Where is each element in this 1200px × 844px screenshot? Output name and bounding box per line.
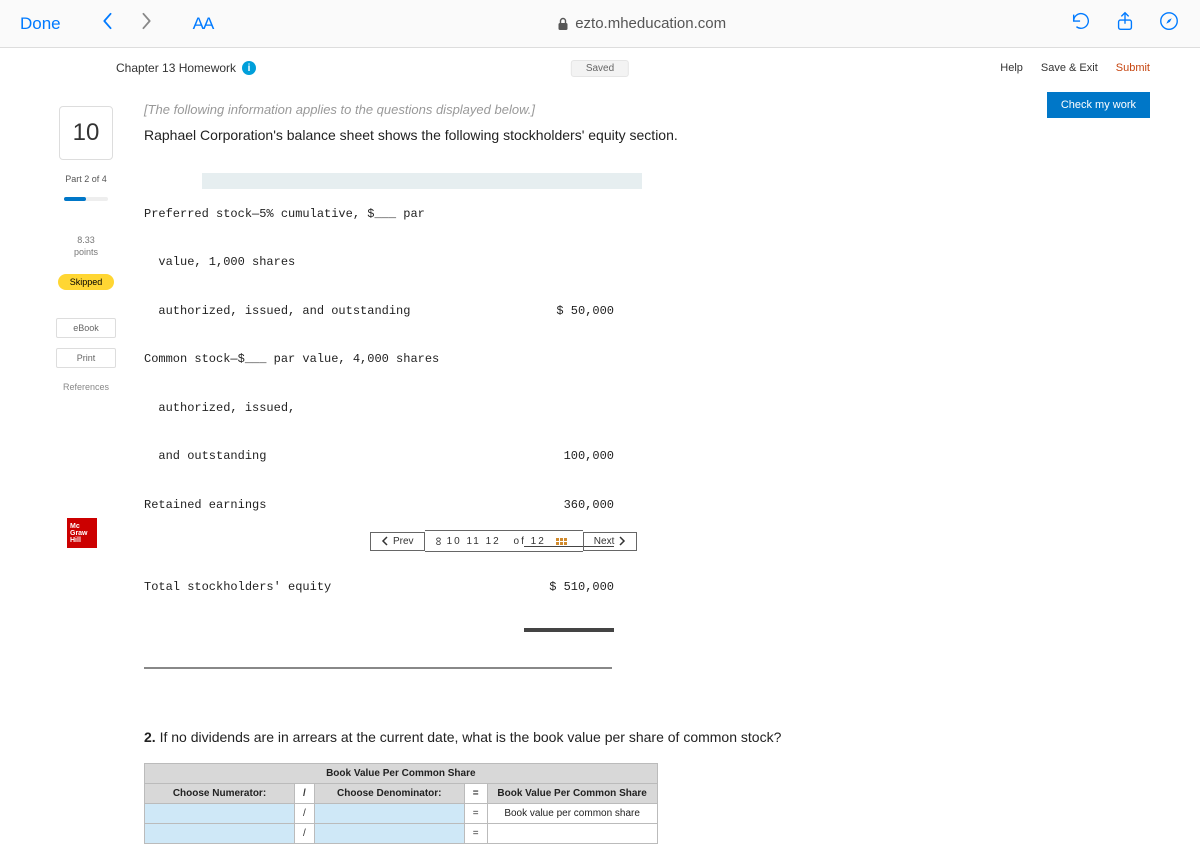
preferred-value: $ 50,000 bbox=[524, 303, 614, 319]
numerator-input-2[interactable] bbox=[145, 824, 295, 844]
chevron-right-icon bbox=[618, 536, 626, 546]
total-label: Total stockholders' equity bbox=[144, 579, 524, 595]
op-slash-3: / bbox=[295, 824, 315, 844]
mcgraw-hill-logo: Mc Graw Hill bbox=[67, 518, 97, 548]
page-of: of 12 bbox=[514, 536, 546, 547]
question-nav: Prev ∞ 10 11 12 of 12 Next bbox=[370, 530, 637, 552]
question-number: 10 bbox=[59, 106, 113, 160]
assignment-title: Chapter 13 Homework i bbox=[116, 61, 256, 75]
help-link[interactable]: Help bbox=[1000, 62, 1023, 74]
logo-l1: Mc bbox=[70, 523, 97, 530]
denominator-input-2[interactable] bbox=[314, 824, 464, 844]
next-button[interactable]: Next bbox=[583, 532, 638, 551]
nav-arrows bbox=[101, 12, 153, 35]
points-label: 8.33 points bbox=[74, 235, 98, 258]
page-content: Chapter 13 Homework i Saved Help Save & … bbox=[0, 48, 1200, 844]
retained-label: Retained earnings bbox=[144, 497, 524, 513]
address-bar[interactable]: ezto.mheducation.com bbox=[233, 15, 1050, 32]
op-eq-3: = bbox=[464, 824, 487, 844]
q2-number: 2. bbox=[144, 729, 156, 745]
question-sidebar: 10 Part 2 of 4 8.33 points Skipped eBook… bbox=[50, 102, 122, 844]
saved-indicator: Saved bbox=[571, 60, 629, 77]
chevron-left-icon bbox=[381, 536, 389, 546]
browser-toolbar: Done AA ezto.mheducation.com bbox=[0, 0, 1200, 48]
skipped-badge: Skipped bbox=[58, 274, 115, 290]
total-value: $ 510,000 bbox=[524, 579, 614, 595]
references-button[interactable]: References bbox=[56, 378, 116, 396]
text-size-button[interactable]: AA bbox=[193, 14, 214, 34]
points-text: points bbox=[74, 247, 98, 257]
info-icon[interactable]: i bbox=[242, 61, 256, 75]
result-header: Book Value Per Common Share bbox=[487, 784, 657, 804]
op-eq-1: = bbox=[464, 784, 487, 804]
done-button[interactable]: Done bbox=[20, 14, 61, 34]
preferred-line3: authorized, issued, and outstanding bbox=[144, 303, 524, 319]
assignment-actions: Help Save & Exit Submit bbox=[1000, 62, 1150, 74]
question-body: [The following information applies to th… bbox=[144, 102, 1150, 844]
back-button[interactable] bbox=[101, 12, 113, 35]
save-exit-link[interactable]: Save & Exit bbox=[1041, 62, 1098, 74]
preferred-line2: value, 1,000 shares bbox=[144, 254, 524, 270]
result-label: Book value per common share bbox=[487, 804, 657, 824]
preferred-line1: Preferred stock—5% cumulative, $___ par bbox=[144, 206, 524, 222]
result-value bbox=[487, 824, 657, 844]
retained-value: 360,000 bbox=[524, 497, 614, 513]
forward-button[interactable] bbox=[141, 12, 153, 35]
points-value: 8.33 bbox=[77, 235, 95, 245]
grid-icon bbox=[556, 538, 567, 545]
page-selector[interactable]: ∞ 10 11 12 of 12 bbox=[425, 530, 583, 552]
logo-l3: Hill bbox=[70, 537, 97, 544]
common-value: 100,000 bbox=[524, 448, 614, 464]
op-slash: / bbox=[295, 784, 315, 804]
common-line3: and outstanding bbox=[144, 448, 524, 464]
reload-button[interactable] bbox=[1070, 10, 1092, 37]
ebook-button[interactable]: eBook bbox=[56, 318, 116, 338]
op-eq-2: = bbox=[464, 804, 487, 824]
submit-link[interactable]: Submit bbox=[1116, 62, 1150, 74]
print-button[interactable]: Print bbox=[56, 348, 116, 368]
numerator-input[interactable] bbox=[145, 804, 295, 824]
op-slash-2: / bbox=[295, 804, 315, 824]
prev-label: Prev bbox=[393, 536, 414, 547]
question-2: 2. If no dividends are in arrears at the… bbox=[144, 729, 824, 745]
highlight-bar bbox=[202, 173, 642, 189]
common-line1: Common stock—$___ par value, 4,000 share… bbox=[144, 351, 524, 367]
intro-text: Raphael Corporation's balance sheet show… bbox=[144, 127, 704, 143]
table-group-header: Book Value Per Common Share bbox=[145, 764, 658, 784]
url-text: ezto.mheducation.com bbox=[575, 15, 726, 32]
assignment-title-text: Chapter 13 Homework bbox=[116, 61, 236, 75]
section-underline bbox=[144, 667, 612, 669]
browser-right-icons bbox=[1070, 10, 1180, 37]
balance-sheet: Preferred stock—5% cumulative, $___ par … bbox=[144, 157, 950, 701]
denominator-input[interactable] bbox=[314, 804, 464, 824]
share-button[interactable] bbox=[1114, 10, 1136, 37]
part-progress bbox=[64, 197, 108, 201]
compass-button[interactable] bbox=[1158, 10, 1180, 37]
prev-button[interactable]: Prev bbox=[370, 532, 425, 551]
page-numbers: 10 11 12 bbox=[447, 536, 501, 547]
link-icon: ∞ bbox=[432, 537, 446, 545]
double-rule bbox=[524, 628, 614, 632]
common-line2: authorized, issued, bbox=[144, 400, 524, 416]
assignment-header: Chapter 13 Homework i Saved Help Save & … bbox=[50, 48, 1150, 88]
logo-l2: Graw bbox=[70, 530, 97, 537]
q2-text: If no dividends are in arrears at the cu… bbox=[156, 729, 782, 745]
lock-icon bbox=[557, 17, 569, 31]
denominator-header: Choose Denominator: bbox=[314, 784, 464, 804]
next-label: Next bbox=[594, 536, 615, 547]
numerator-header: Choose Numerator: bbox=[145, 784, 295, 804]
calc-table: Book Value Per Common Share Choose Numer… bbox=[144, 763, 658, 844]
part-indicator: Part 2 of 4 bbox=[65, 174, 107, 184]
context-note: [The following information applies to th… bbox=[144, 102, 950, 117]
